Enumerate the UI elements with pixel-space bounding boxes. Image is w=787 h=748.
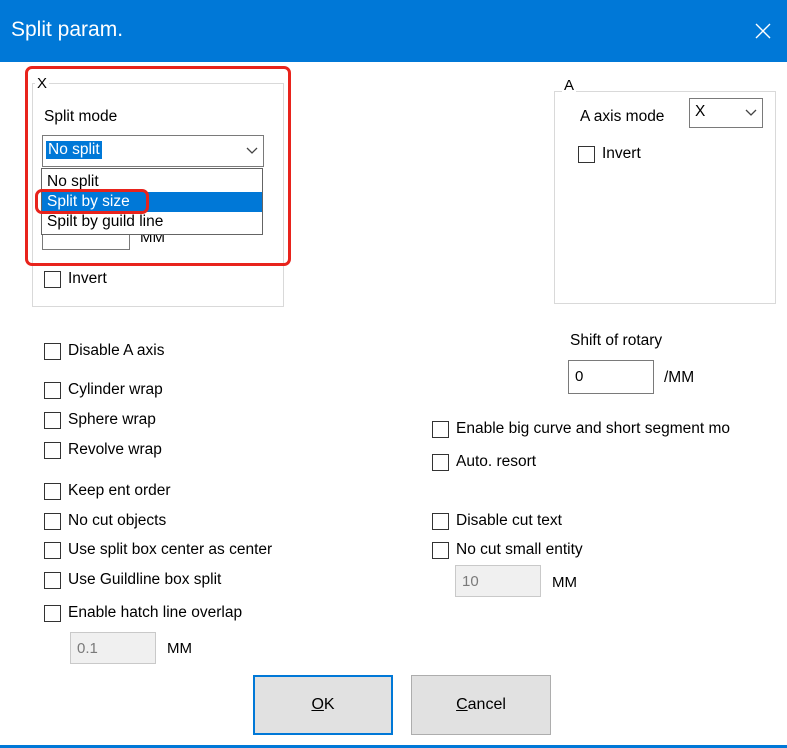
a-invert-checkbox[interactable]: Invert	[578, 145, 641, 163]
no-cut-objects-checkbox[interactable]: No cut objects	[44, 512, 166, 530]
shift-of-rotary-unit: /MM	[664, 369, 695, 386]
use-split-box-center-checkbox[interactable]: Use split box center as center	[44, 541, 272, 559]
checkbox-box[interactable]	[44, 270, 61, 288]
cylinder-wrap-checkbox[interactable]: Cylinder wrap	[44, 381, 163, 399]
a-axis-mode-select[interactable]: X	[689, 98, 763, 128]
keep-ent-order-checkbox[interactable]: Keep ent order	[44, 482, 171, 500]
cancel-button[interactable]: Cancel	[411, 675, 551, 735]
use-guildline-box-split-checkbox[interactable]: Use Guildline box split	[44, 571, 221, 589]
disable-a-axis-checkbox[interactable]: Disable A axis	[44, 342, 165, 360]
window-title: Split param.	[11, 18, 124, 41]
chevron-down-icon[interactable]	[740, 99, 762, 127]
hatch-overlap-unit: MM	[167, 640, 192, 657]
close-button[interactable]	[739, 0, 787, 62]
small-entity-unit: MM	[552, 574, 577, 591]
title-bar: Split param.	[0, 0, 787, 62]
shift-of-rotary-input[interactable]: 0	[568, 360, 654, 394]
sphere-wrap-checkbox[interactable]: Sphere wrap	[44, 411, 156, 429]
highlight-outline-split-by-size	[35, 189, 149, 214]
disable-cut-text-checkbox[interactable]: Disable cut text	[432, 512, 562, 530]
auto-resort-checkbox[interactable]: Auto. resort	[432, 453, 536, 471]
enable-big-curve-checkbox[interactable]: Enable big curve and short segment mo	[432, 420, 762, 438]
a-axis-mode-label: A axis mode	[580, 108, 665, 125]
no-cut-small-entity-checkbox[interactable]: No cut small entity	[432, 541, 583, 559]
revolve-wrap-checkbox[interactable]: Revolve wrap	[44, 441, 162, 459]
a-group-label: A	[562, 77, 577, 94]
shift-of-rotary-label: Shift of rotary	[570, 332, 663, 349]
a-axis-mode-value: X	[695, 103, 706, 120]
hatch-overlap-input[interactable]: 0.1	[70, 632, 156, 664]
ok-button[interactable]: OK	[253, 675, 393, 735]
small-entity-input[interactable]: 10	[455, 565, 541, 597]
checkbox-box[interactable]	[578, 145, 595, 163]
highlight-outline-x-group	[25, 66, 291, 266]
enable-hatch-line-overlap-checkbox[interactable]: Enable hatch line overlap	[44, 604, 242, 622]
x-invert-checkbox[interactable]: Invert	[44, 270, 107, 288]
close-icon	[755, 23, 771, 39]
